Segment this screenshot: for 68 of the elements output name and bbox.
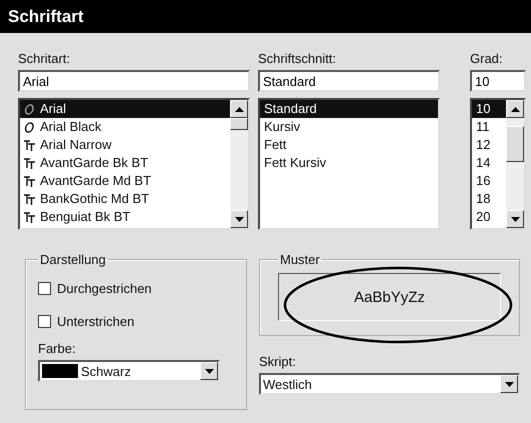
list-item[interactable]: BankGothic Md BT bbox=[20, 190, 230, 208]
font-name: AvantGarde Md BT bbox=[40, 172, 152, 190]
list-item[interactable]: Kursiv bbox=[260, 118, 438, 136]
truetype-icon bbox=[24, 212, 35, 222]
up-arrow-icon bbox=[234, 106, 244, 112]
dropdown-value: Westlich bbox=[263, 376, 313, 392]
truetype-icon bbox=[24, 158, 35, 168]
checkbox-label[interactable]: Unterstrichen bbox=[57, 314, 134, 329]
up-arrow-icon bbox=[510, 106, 520, 112]
scrollbar[interactable] bbox=[506, 100, 524, 228]
list-item[interactable]: Standard bbox=[260, 100, 438, 118]
field-label: Grad: bbox=[470, 51, 504, 66]
list-item[interactable]: 18 bbox=[472, 190, 506, 208]
scrollbar[interactable] bbox=[230, 100, 248, 228]
checkbox-label[interactable]: Durchgestrichen bbox=[57, 281, 152, 296]
font-name: Arial bbox=[40, 100, 66, 118]
down-arrow-icon bbox=[510, 216, 520, 222]
list-item[interactable]: 12 bbox=[472, 136, 506, 154]
font-name: Benguiat Bk BT bbox=[40, 208, 130, 226]
scroll-thumb[interactable] bbox=[506, 126, 524, 162]
group-title: Darstellung bbox=[39, 252, 107, 267]
font-name: BankGothic Md BT bbox=[40, 190, 150, 208]
script-dropdown[interactable]: Westlich bbox=[259, 373, 520, 395]
checkbox[interactable] bbox=[38, 315, 51, 328]
list-item[interactable]: Benguiat Bk BT bbox=[20, 208, 230, 226]
truetype-icon bbox=[24, 176, 35, 186]
size-field[interactable]: 10 bbox=[470, 70, 526, 92]
dropdown-button[interactable] bbox=[200, 362, 218, 380]
list-item[interactable]: AvantGarde Bk BT bbox=[20, 154, 230, 172]
field-label: Skript: bbox=[259, 354, 297, 369]
scroll-thumb[interactable] bbox=[230, 118, 248, 130]
group-title: Muster bbox=[279, 252, 321, 267]
list-item[interactable]: Fett bbox=[260, 136, 438, 154]
scroll-up-button[interactable] bbox=[230, 100, 248, 118]
list-item[interactable]: Fett Kursiv bbox=[260, 154, 438, 172]
field-label: Schriftschnitt: bbox=[258, 51, 338, 66]
color-dropdown[interactable]: Schwarz bbox=[38, 360, 220, 382]
font-name: Arial Black bbox=[40, 118, 102, 136]
font-name: AvantGarde Bk BT bbox=[40, 154, 148, 172]
list-item[interactable]: 11 bbox=[472, 118, 506, 136]
opentype-icon bbox=[24, 104, 35, 114]
opentype-icon bbox=[24, 122, 35, 132]
list-item[interactable]: Arial bbox=[20, 100, 230, 118]
font-name: Arial Narrow bbox=[40, 136, 112, 154]
style-field[interactable]: Standard bbox=[258, 70, 440, 92]
list-item[interactable]: 10 bbox=[472, 100, 506, 118]
list-item[interactable]: 14 bbox=[472, 154, 506, 172]
scroll-down-button[interactable] bbox=[506, 210, 524, 228]
dropdown-value: Schwarz bbox=[81, 364, 132, 378]
scroll-down-button[interactable] bbox=[230, 210, 248, 228]
down-arrow-icon bbox=[504, 382, 514, 386]
list-item[interactable]: Arial Narrow bbox=[20, 136, 230, 154]
down-arrow-icon bbox=[234, 216, 244, 222]
dropdown-button[interactable] bbox=[500, 375, 518, 393]
list-item[interactable]: AvantGarde Md BT bbox=[20, 172, 230, 190]
list-item[interactable]: 16 bbox=[472, 172, 506, 190]
scroll-up-button[interactable] bbox=[506, 100, 524, 118]
field-label: Farbe: bbox=[38, 341, 77, 356]
down-arrow-icon bbox=[204, 368, 214, 374]
sample-text: AaBbYyZz bbox=[354, 288, 425, 306]
list-item[interactable]: 20 bbox=[472, 208, 506, 226]
truetype-icon bbox=[24, 194, 35, 204]
window-title: Schriftart bbox=[8, 6, 84, 26]
font-field[interactable]: Arial bbox=[18, 70, 250, 92]
truetype-icon bbox=[24, 140, 35, 150]
field-label: Schritart: bbox=[18, 51, 72, 66]
checkbox[interactable] bbox=[38, 282, 51, 295]
list-item[interactable]: Arial Black bbox=[20, 118, 230, 136]
